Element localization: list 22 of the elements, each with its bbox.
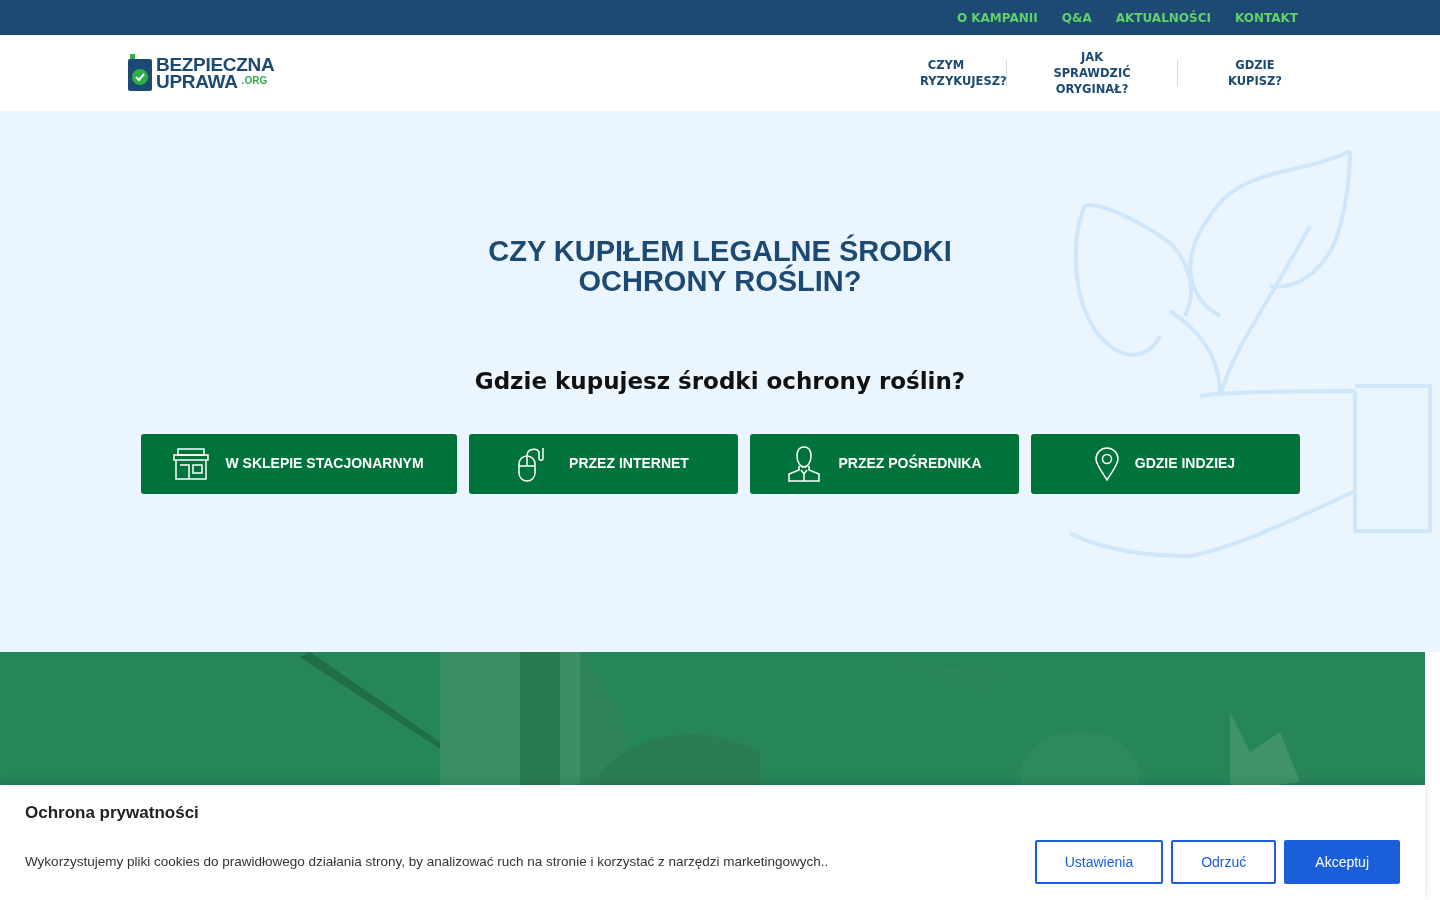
location-pin-icon — [1094, 446, 1119, 481]
banner-button[interactable]: Odrzuć — [1171, 840, 1277, 885]
option-button[interactable]: W SKLEPIE STACJONARNYM — [140, 433, 457, 494]
menu-link[interactable]: AKTUALNOŚCI — [1115, 8, 1211, 27]
menu-link[interactable]: Q&A — [1061, 8, 1092, 27]
menu-link[interactable]: KONTAKT — [1234, 8, 1298, 27]
nav-link[interactable]: JAK SPRAWDZIĆ ORYGINAŁ? — [1007, 49, 1177, 97]
accept-button[interactable]: Akceptuj — [1284, 840, 1400, 885]
logo[interactable]: BEZPIECZNA UPRAWA .ORG — [128, 54, 275, 92]
option-button[interactable]: PRZEZ POŚREDNIKA — [749, 433, 1019, 494]
storefront-icon — [173, 447, 210, 480]
option-button[interactable]: GDZIE INDZIEJ — [1030, 433, 1300, 494]
section-question: Gdzie kupujesz środki ochrony roślin? — [474, 368, 966, 396]
menu-link[interactable]: O KAMPANII — [956, 8, 1038, 27]
banner-text: Wykorzystujemy pliki cookies do prawidłowego działania strony, by analizować ruch na stronie i korzystać z narzędzi marketingowych.. — [25, 853, 829, 872]
nav-link[interactable]: CZYM RYZYKUJESZ? — [886, 57, 1006, 89]
banner-button[interactable]: Ustawienia — [1034, 840, 1164, 885]
nav-link[interactable]: GDZIE KUPISZ? — [1178, 57, 1298, 89]
banner-title: Ochrona prywatności — [25, 803, 200, 824]
person-icon — [786, 445, 823, 482]
option-button[interactable]: PRZEZ INTERNET — [468, 433, 738, 494]
page-title: CZY KUPIŁEM LEGALNE ŚRODKI OCHRONY ROŚLIN? — [487, 236, 953, 296]
